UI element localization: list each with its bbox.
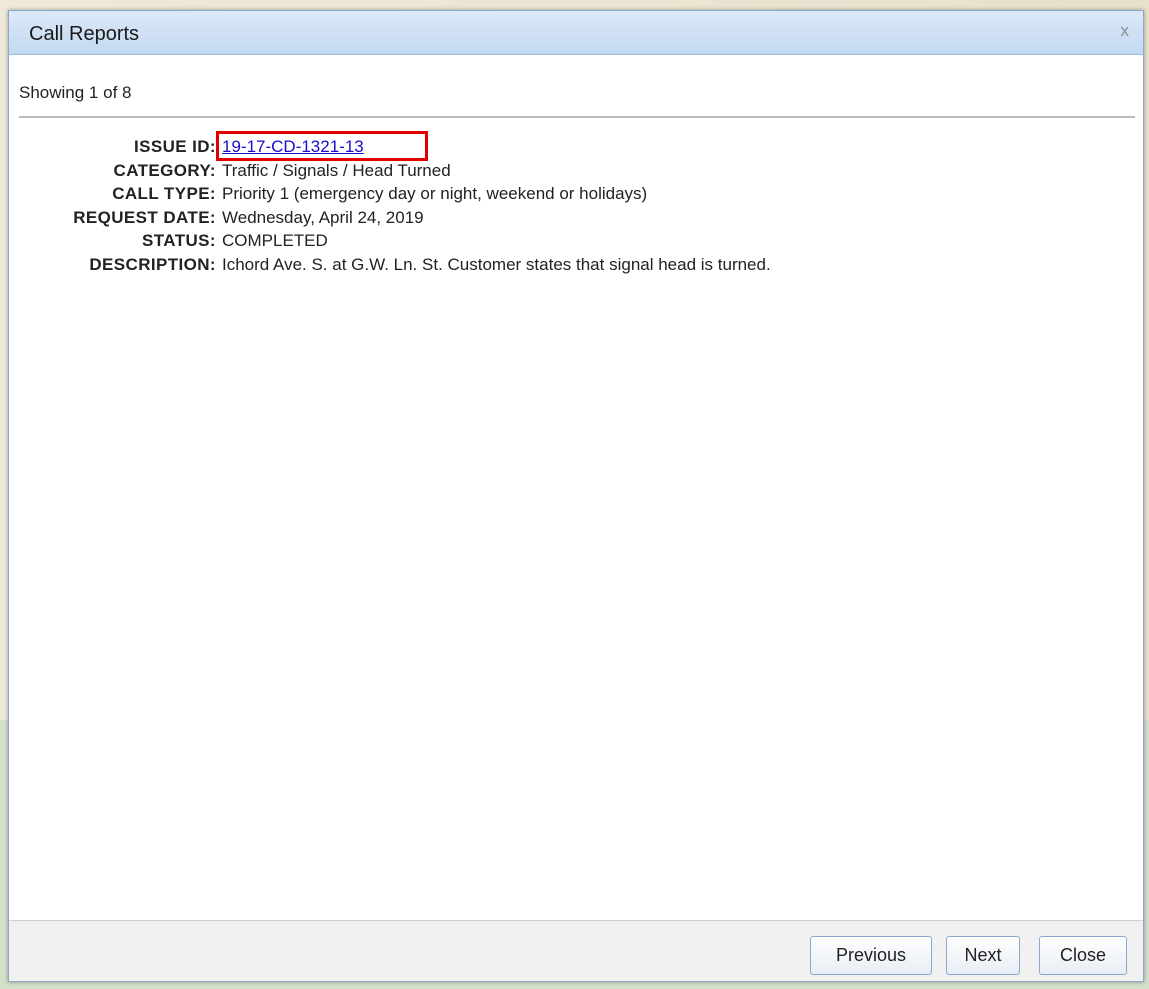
field-label: CATEGORY: <box>113 160 216 180</box>
field-row-description: DESCRIPTION: Ichord Ave. S. at G.W. Ln. … <box>9 253 1129 277</box>
field-row-issue-id: ISSUE ID: 19-17-CD-1321-13 <box>9 131 1129 161</box>
dialog-content: Showing 1 of 8 ISSUE ID: 19-17-CD-1321-1… <box>9 55 1143 920</box>
field-value: Traffic / Signals / Head Turned <box>222 160 451 180</box>
field-value: Ichord Ave. S. at G.W. Ln. St. Customer … <box>222 254 771 274</box>
dialog-title: Call Reports <box>29 23 140 45</box>
field-label: DESCRIPTION: <box>89 254 216 274</box>
next-button[interactable]: Next <box>946 936 1020 975</box>
dialog-titlebar[interactable]: Call Reports x <box>9 11 1143 55</box>
field-row-status: STATUS: COMPLETED <box>9 229 1129 253</box>
issue-id-text: 19-17-CD-1321-13 <box>222 137 364 156</box>
field-value: 19-17-CD-1321-13 <box>216 131 428 161</box>
field-row-request-date: REQUEST DATE: Wednesday, April 24, 2019 <box>9 206 1129 230</box>
field-label: CALL TYPE: <box>112 184 216 204</box>
field-label: STATUS: <box>142 231 216 251</box>
field-label: ISSUE ID: <box>133 137 216 156</box>
close-icon[interactable]: x <box>1121 21 1130 41</box>
field-row-call-type: CALL TYPE: Priority 1 (emergency day or … <box>9 182 1129 206</box>
field-label: REQUEST DATE: <box>73 207 216 227</box>
field-value: COMPLETED <box>222 231 328 251</box>
divider <box>19 116 1135 118</box>
report-fields: ISSUE ID: 19-17-CD-1321-13 CATEGORY: Tra… <box>9 131 1129 277</box>
issue-id-link[interactable]: 19-17-CD-1321-13 <box>216 131 428 161</box>
field-row-category: CATEGORY: Traffic / Signals / Head Turne… <box>9 159 1129 183</box>
dialog-footer: Previous Next Close <box>9 920 1143 981</box>
field-value: Wednesday, April 24, 2019 <box>222 207 424 227</box>
close-button[interactable]: Close <box>1039 936 1127 975</box>
field-value: Priority 1 (emergency day or night, week… <box>222 184 648 204</box>
previous-button[interactable]: Previous <box>810 936 932 975</box>
call-reports-dialog: Call Reports x Showing 1 of 8 ISSUE ID: … <box>8 10 1144 982</box>
record-counter: Showing 1 of 8 <box>19 83 132 102</box>
